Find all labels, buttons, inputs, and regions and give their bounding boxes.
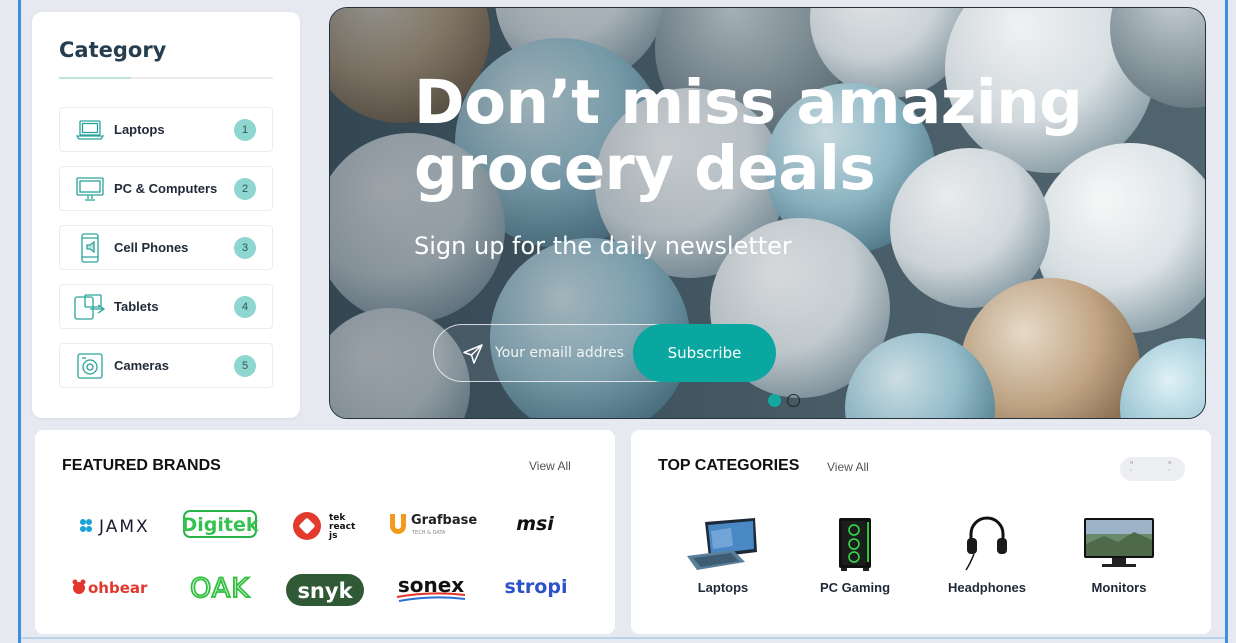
- gaming-pc-image: [800, 512, 910, 572]
- category-count-badge: 5: [234, 354, 256, 377]
- brand-logo-oak[interactable]: OAK: [185, 570, 255, 604]
- tablet-icon: [74, 291, 106, 323]
- brands-view-all-link[interactable]: View All: [529, 459, 571, 473]
- brand-logo-msi[interactable]: msi: [505, 510, 565, 538]
- brand-logo-snyk[interactable]: snyk: [285, 572, 367, 608]
- category-count-badge: 2: [234, 177, 256, 200]
- brand-logo-stropi[interactable]: stropi: [503, 572, 569, 602]
- brand-logo-digitek[interactable]: Digitek: [183, 508, 259, 540]
- slider-pagination: [768, 394, 800, 407]
- hero-title-line-1: Don’t miss amazing: [414, 67, 1083, 138]
- brand-text: Grafbase: [411, 513, 477, 528]
- brand-logo-tek-react[interactable]: tek react js: [291, 508, 363, 544]
- chevron-down-icon: ˇ: [1168, 470, 1170, 476]
- chevron-down-icon: ˇ: [1130, 470, 1132, 476]
- subscribe-button[interactable]: Subscribe: [633, 324, 776, 382]
- brand-text: OAK: [190, 573, 250, 604]
- brand-logo-sonex[interactable]: sonex: [391, 570, 471, 606]
- hero-banner: Don’t miss amazing grocery deals Sign up…: [329, 7, 1206, 419]
- brand-logo-ohbear[interactable]: ohbear: [71, 573, 161, 601]
- category-item-label: Cell Phones: [114, 240, 189, 255]
- brand-logo-grafbase[interactable]: Grafbase TECH & DATA: [385, 510, 477, 540]
- frame-border-right: [1225, 0, 1228, 643]
- slider-dot-active[interactable]: [768, 394, 781, 407]
- brand-text: tek react js: [328, 513, 356, 541]
- category-sidebar: Category Laptops 1 PC & Computers 2 Cell…: [32, 12, 300, 418]
- featured-brands-panel: FEATURED BRANDS View All JAMX Digitek te…: [35, 430, 615, 634]
- category-count-badge: 4: [234, 295, 256, 318]
- top-category-label: PC Gaming: [819, 580, 891, 595]
- monitor-icon: [74, 173, 106, 205]
- camera-icon: [74, 350, 106, 382]
- category-item-laptops[interactable]: Laptops 1: [59, 107, 273, 152]
- top-category-pc-gaming[interactable]: PC Gaming: [800, 512, 910, 595]
- category-divider: [59, 77, 273, 79]
- category-title: Category: [59, 38, 167, 62]
- brand-text: msi: [516, 513, 554, 535]
- laptop-icon: [74, 114, 106, 146]
- category-item-label: Tablets: [114, 299, 159, 314]
- category-count-badge: 3: [234, 236, 256, 259]
- hero-title-line-2: grocery deals: [414, 133, 876, 204]
- frame-border-left: [18, 0, 21, 643]
- category-item-pc-computers[interactable]: PC & Computers 2: [59, 166, 273, 211]
- category-item-label: PC & Computers: [114, 181, 218, 196]
- laptop-product-image: [668, 512, 778, 572]
- email-input[interactable]: [495, 339, 625, 367]
- top-category-label: Laptops: [697, 580, 749, 595]
- category-item-label: Laptops: [114, 122, 165, 137]
- brand-text: Digitek: [183, 514, 259, 536]
- brand-text: ohbear: [88, 579, 148, 597]
- phone-icon: [74, 232, 106, 264]
- headphones-image: [932, 512, 1042, 572]
- brand-text: stropi: [505, 576, 568, 598]
- brand-text: snyk: [297, 579, 353, 603]
- hero-subtitle: Sign up for the daily newsletter: [414, 232, 792, 260]
- send-icon: [462, 343, 484, 365]
- page-bottom-divider: [21, 637, 1225, 639]
- slider-dot[interactable]: [787, 394, 800, 407]
- top-category-monitors[interactable]: Monitors: [1064, 512, 1174, 595]
- top-category-laptops[interactable]: Laptops: [668, 512, 778, 595]
- top-category-label: Headphones: [947, 580, 1026, 595]
- featured-brands-title: FEATURED BRANDS: [62, 457, 221, 474]
- category-item-cell-phones[interactable]: Cell Phones 3: [59, 225, 273, 270]
- brand-tagline: TECH & DATA: [411, 530, 446, 536]
- brand-logo-jamx[interactable]: JAMX: [77, 512, 167, 540]
- carousel-nav-control[interactable]: ‹‹ ›› ˇ ˇ: [1120, 457, 1185, 481]
- top-categories-title: TOP CATEGORIES: [658, 457, 800, 474]
- brand-text: JAMX: [98, 517, 150, 537]
- category-item-label: Cameras: [114, 358, 169, 373]
- category-list: Laptops 1 PC & Computers 2 Cell Phones 3: [59, 107, 273, 388]
- category-count-badge: 1: [234, 118, 256, 141]
- monitor-product-image: [1064, 512, 1174, 572]
- top-categories-panel: TOP CATEGORIES View All ‹‹ ›› ˇ ˇ Laptop…: [631, 430, 1211, 634]
- chevron-left-icon[interactable]: ‹‹: [1130, 460, 1133, 466]
- chevron-right-icon[interactable]: ››: [1168, 460, 1171, 466]
- hero-title: Don’t miss amazing grocery deals: [414, 70, 1114, 202]
- top-category-headphones[interactable]: Headphones: [932, 512, 1042, 595]
- top-categories-view-all-link[interactable]: View All: [827, 460, 869, 474]
- top-category-label: Monitors: [1091, 580, 1147, 595]
- category-item-tablets[interactable]: Tablets 4: [59, 284, 273, 329]
- category-item-cameras[interactable]: Cameras 5: [59, 343, 273, 388]
